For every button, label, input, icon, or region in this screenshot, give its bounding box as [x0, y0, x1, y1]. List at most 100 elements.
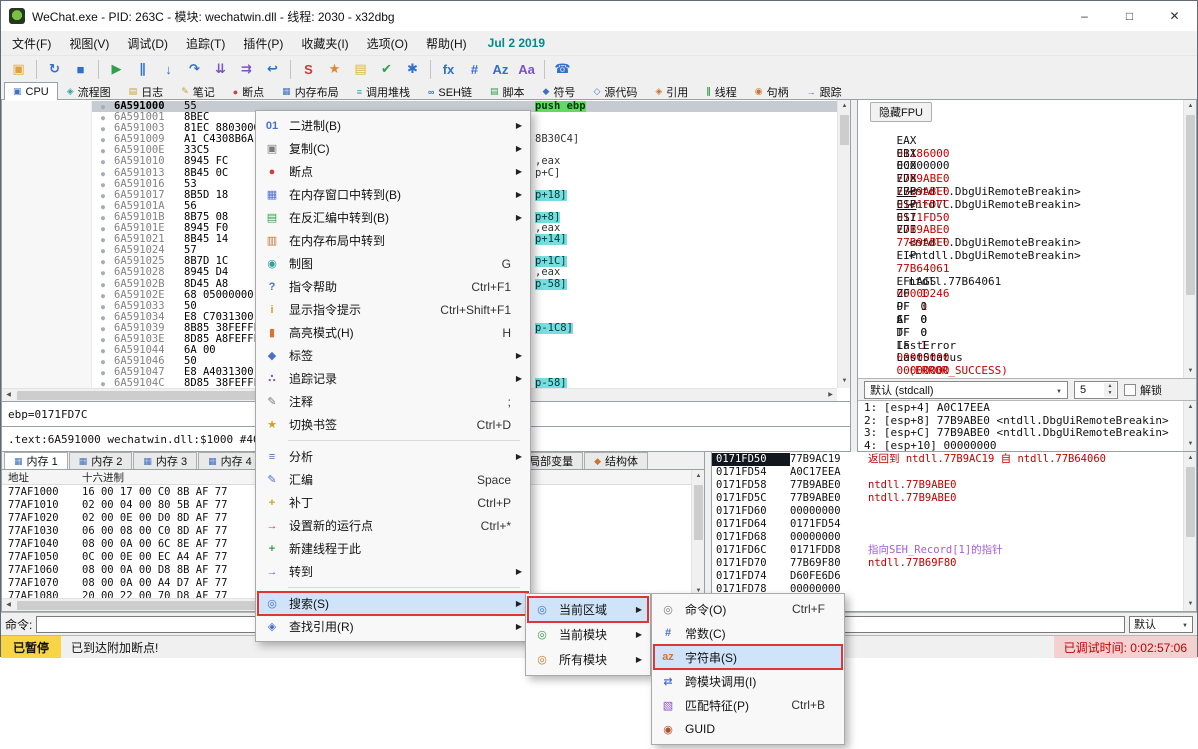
scroll-thumb[interactable]	[1186, 115, 1195, 295]
menu-item-current-module[interactable]: ◎ 当前模块 ▶	[528, 622, 648, 647]
tab-memory-map[interactable]: ▦ 内存布局	[273, 82, 348, 100]
spinner-down-icon[interactable]	[1104, 390, 1116, 397]
run-button[interactable]: ▶	[104, 58, 129, 81]
breakpoint-dot-icon[interactable]	[92, 123, 114, 134]
menu-item-search-strings[interactable]: az 字符串(S)	[654, 645, 842, 669]
menu-item-search-command[interactable]: ◎ 命令(O) Ctrl+F	[654, 597, 842, 621]
arguments-vscrollbar[interactable]	[1183, 401, 1196, 451]
breakpoint-dot-icon[interactable]	[92, 356, 114, 367]
breakpoint-dot-icon[interactable]	[92, 112, 114, 123]
argument-line[interactable]: 4: [esp+10] 00000000	[864, 440, 1183, 451]
scroll-thumb[interactable]	[694, 485, 703, 540]
menu-item-show-mnemonic-brief[interactable]: i 显示指令提示 Ctrl+Shift+F1	[258, 298, 528, 321]
stack-row[interactable]: 0171FD5C 77B9ABE0 ntdll.77B9ABE0	[712, 492, 1196, 505]
menu-item-copy[interactable]: ▣ 复制(C) ▶	[258, 137, 528, 160]
scylla-button[interactable]: S	[296, 58, 321, 81]
step-into-button[interactable]: ↓	[156, 58, 181, 81]
scroll-up-arrow[interactable]	[692, 470, 705, 483]
tab-dump-1[interactable]: ▦ 内存 1	[4, 452, 68, 469]
menu-item-analysis[interactable]: ≡ 分析 ▶	[258, 445, 528, 468]
menubar-plugins[interactable]: 插件(P)	[234, 31, 292, 55]
breakpoint-dot-icon[interactable]	[92, 367, 114, 378]
breakpoint-dot-icon[interactable]	[92, 145, 114, 156]
stop-button[interactable]: ■	[68, 58, 93, 81]
tab-dump-2[interactable]: ▦ 内存 2	[69, 452, 133, 469]
argument-line[interactable]: 3: [esp+C] 77B9ABE0 <ntdll.DbgUiRemoteBr…	[864, 427, 1183, 440]
dump-vscrollbar[interactable]	[691, 470, 704, 598]
menu-item-current-region[interactable]: ◎ 当前区域 ▶	[528, 597, 648, 622]
checkbox-box[interactable]	[1124, 384, 1136, 396]
menu-item-search-guid[interactable]: ◉ GUID	[654, 717, 842, 741]
breakpoint-dot-icon[interactable]	[92, 323, 114, 334]
unlock-checkbox[interactable]: 解锁	[1124, 382, 1162, 398]
menu-item-search[interactable]: ◎ 搜索(S) ▶	[258, 592, 528, 615]
tab-call-stack[interactable]: ≡ 调用堆栈	[348, 82, 419, 100]
menubar-options[interactable]: 选项(O)	[358, 31, 417, 55]
stack-row[interactable]: 0171FD70 77B69F80 ntdll.77B69F80	[712, 557, 1196, 570]
tab-breakpoints[interactable]: ● 断点	[224, 82, 273, 100]
breakpoint-dot-icon[interactable]	[92, 212, 114, 223]
tab-trace[interactable]: → 跟踪	[798, 82, 851, 100]
breakpoint-dot-icon[interactable]	[92, 279, 114, 290]
settings-button[interactable]: ✱	[400, 58, 425, 81]
pause-button[interactable]: ∥	[130, 58, 155, 81]
registers-vscrollbar[interactable]	[1183, 100, 1196, 378]
stack-row[interactable]: 0171FD64 0171FD54	[712, 518, 1196, 531]
close-button[interactable]: ✕	[1152, 1, 1197, 31]
text-search-button[interactable]: Az	[488, 58, 513, 81]
stack-row[interactable]: 0171FD50 77B9AC19 返回到 ntdll.77B9AC19 自 n…	[712, 453, 1196, 466]
menu-item-instruction-help[interactable]: ? 指令帮助 Ctrl+F1	[258, 275, 528, 298]
disassembly-vscrollbar[interactable]	[837, 100, 850, 388]
notes-button[interactable]: ▤	[348, 58, 373, 81]
tab-seh[interactable]: ∞ SEH链	[419, 82, 481, 100]
stack-vscrollbar[interactable]	[1183, 452, 1196, 611]
menu-item-follow-in-dump[interactable]: ▦ 在内存窗口中转到(B) ▶	[258, 183, 528, 206]
menubar-trace[interactable]: 追踪(T)	[177, 31, 234, 55]
scroll-left-arrow[interactable]	[2, 599, 15, 612]
menu-item-graph[interactable]: ◉ 制图 G	[258, 252, 528, 275]
scroll-right-arrow[interactable]	[824, 389, 837, 402]
scroll-up-arrow[interactable]	[1184, 452, 1197, 465]
tab-cpu[interactable]: ▣ CPU	[4, 82, 58, 100]
tab-symbols[interactable]: ◆ 符号	[534, 82, 585, 100]
tab-threads[interactable]: ∥ 线程	[697, 82, 746, 100]
restart-button[interactable]: ↻	[42, 58, 67, 81]
spinner-buttons[interactable]	[1104, 383, 1116, 397]
scroll-up-arrow[interactable]	[1184, 401, 1196, 414]
menu-item-all-modules[interactable]: ◎ 所有模块 ▶	[528, 647, 648, 672]
stack-row[interactable]: 0171FD6C 0171FDD8 指向SEH_Record[1]的指针	[712, 544, 1196, 557]
breakpoint-dot-icon[interactable]	[92, 334, 114, 345]
menu-item-breakpoint[interactable]: ● 断点 ▶	[258, 160, 528, 183]
menu-item-follow-in-disassembler[interactable]: ▤ 在反汇编中转到(B) ▶	[258, 206, 528, 229]
scroll-thumb[interactable]	[840, 115, 849, 145]
scroll-up-arrow[interactable]	[1184, 100, 1196, 113]
breakpoint-dot-icon[interactable]	[92, 312, 114, 323]
breakpoint-dot-icon[interactable]	[92, 179, 114, 190]
tab-dump-4[interactable]: ▦ 内存 4	[198, 452, 262, 469]
tab-references[interactable]: ◈ 引用	[646, 82, 697, 100]
trace-into-button[interactable]: ⇊	[208, 58, 233, 81]
execute-till-return-button[interactable]: ↩	[260, 58, 285, 81]
menu-item-find-references[interactable]: ◈ 查找引用(R) ▶	[258, 615, 528, 638]
argument-count-spinner[interactable]: 5	[1074, 381, 1118, 399]
scroll-down-arrow[interactable]	[838, 375, 851, 388]
breakpoint-dot-icon[interactable]	[92, 301, 114, 312]
tab-notes[interactable]: ✎ 笔记	[172, 82, 224, 100]
tab-dump-3[interactable]: ▦ 内存 3	[133, 452, 197, 469]
breakpoint-dot-icon[interactable]	[92, 168, 114, 179]
scroll-down-arrow[interactable]	[1184, 598, 1197, 611]
menu-item-comment[interactable]: ✎ 注释 ;	[258, 390, 528, 413]
tab-log[interactable]: ▤ 日志	[120, 82, 173, 100]
help-contact-button[interactable]: ☎	[550, 58, 575, 81]
register-row[interactable]: EAX 01186000	[870, 122, 1183, 135]
breakpoint-dot-icon[interactable]	[92, 156, 114, 167]
tab-struct[interactable]: ◆ 结构体	[584, 452, 648, 469]
menu-item-set-new-origin[interactable]: → 设置新的运行点 Ctrl+*	[258, 514, 528, 537]
patterns-button[interactable]: #	[462, 58, 487, 81]
breakpoint-dot-icon[interactable]	[92, 101, 114, 112]
tab-handles[interactable]: ◉ 句柄	[746, 82, 798, 100]
convention-select[interactable]: 默认 (stdcall)	[864, 381, 1068, 399]
menubar-favourites[interactable]: 收藏夹(I)	[292, 31, 357, 55]
tab-script[interactable]: ▤ 脚本	[481, 82, 534, 100]
menu-item-search-pattern[interactable]: ▧ 匹配特征(P) Ctrl+B	[654, 693, 842, 717]
